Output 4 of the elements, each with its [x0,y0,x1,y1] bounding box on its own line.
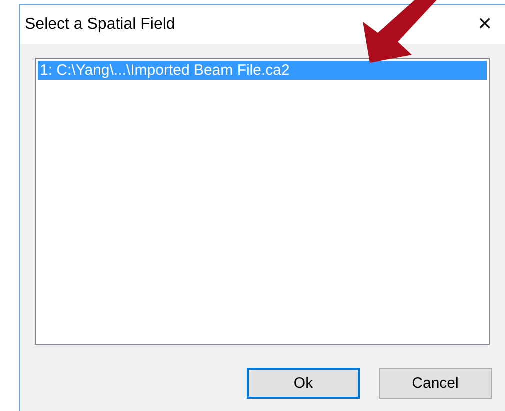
cancel-button[interactable]: Cancel [379,368,492,399]
ok-button[interactable]: Ok [247,368,360,399]
close-button[interactable]: ✕ [462,5,505,44]
window-title: Select a Spatial Field [25,16,176,34]
